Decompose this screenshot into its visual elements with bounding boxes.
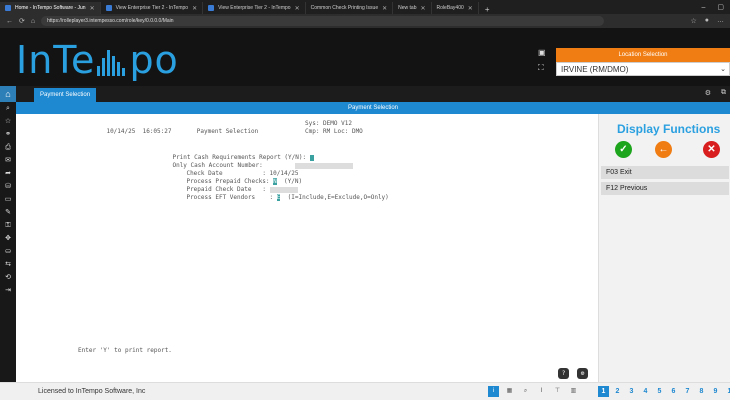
address-bar: ← ⟳ ⌂ https://rolleplayer3.intempesso.co…: [0, 14, 730, 28]
display-functions-title: Display Functions: [617, 122, 721, 136]
f03-exit-button[interactable]: F03 Exit: [601, 166, 729, 179]
eft-vendors-hint: (I=Include,E=Exclude,O=Only): [287, 194, 389, 201]
copy-icon[interactable]: ⧉: [721, 89, 726, 97]
favorites-icon[interactable]: ☆: [690, 17, 696, 25]
info-icon[interactable]: i: [488, 386, 499, 397]
page-selector: 1 2 3 4 5 6 7 8 9 1: [598, 386, 730, 397]
license-text: Licensed to InTempo Software, Inc: [38, 388, 146, 395]
screen-title-bar: Payment Selection: [16, 102, 730, 114]
transfer-icon[interactable]: ⇆: [5, 261, 11, 269]
system-info: Sys: DEMO V12: [305, 120, 352, 127]
star-icon[interactable]: ☆: [5, 118, 11, 126]
settings-button[interactable]: ⚙: [577, 368, 588, 379]
location-select[interactable]: IRVINE (RM/DMO) ⌄: [556, 62, 730, 76]
page-1[interactable]: 1: [598, 386, 609, 397]
tab-favicon-icon: [105, 5, 112, 11]
move-icon[interactable]: ✥: [5, 235, 11, 243]
intempo-logo: InTe po: [16, 38, 179, 82]
f12-previous-button[interactable]: F12 Previous: [601, 182, 729, 195]
back-icon[interactable]: ←: [6, 18, 13, 25]
url-input[interactable]: https://rolleplayer3.intempesso.com/role…: [41, 16, 605, 26]
zoom-icon[interactable]: ⌕: [520, 386, 531, 397]
page-5[interactable]: 5: [654, 386, 665, 397]
page-2[interactable]: 2: [612, 386, 623, 397]
screen-time: 16:05:27: [142, 128, 172, 135]
screen-name: Payment Selection: [196, 128, 259, 135]
search-icon[interactable]: ⌕: [6, 105, 10, 113]
left-sidebar: ⌕ ☆ ⚭ ⎙ ✉ ➦ ⛁ ▭ ✎ ⚿ ✥ ⛀ ⇆ ⟲ ⇥: [0, 102, 16, 400]
page-8[interactable]: 8: [696, 386, 707, 397]
tab-favicon-icon: [208, 5, 215, 11]
check-icon[interactable]: ✓: [615, 141, 632, 158]
page-6[interactable]: 6: [668, 386, 679, 397]
window-controls: – ▢: [701, 0, 730, 14]
browser-tab-strip: Home - InTempo Software - Jun ✕ View Ente…: [0, 0, 730, 14]
printer-icon[interactable]: ⎙: [5, 144, 11, 152]
home-button[interactable]: ⌂: [0, 86, 16, 102]
chevron-down-icon: ⌄: [720, 66, 726, 73]
profile-icon[interactable]: ●: [705, 17, 709, 25]
help-button[interactable]: ?: [558, 368, 569, 379]
browser-tab-1[interactable]: Home - InTempo Software - Jun ✕: [0, 2, 101, 14]
maximize-icon[interactable]: ▢: [717, 3, 724, 11]
close-tab-icon[interactable]: ✕: [90, 5, 95, 12]
close-tab-icon[interactable]: ✕: [421, 5, 426, 12]
page-4[interactable]: 4: [640, 386, 651, 397]
screen-date: 10/14/25: [106, 128, 136, 135]
logout-icon[interactable]: ⇥: [5, 287, 11, 295]
page-10[interactable]: 1: [724, 386, 730, 397]
browser-tab-4[interactable]: Common Check Printing Issue ✕: [306, 2, 394, 14]
page-3[interactable]: 3: [626, 386, 637, 397]
sync-icon[interactable]: ⟲: [5, 274, 11, 282]
close-tab-icon[interactable]: ✕: [192, 5, 197, 12]
page-9[interactable]: 9: [710, 386, 721, 397]
close-icon[interactable]: ✕: [703, 141, 720, 158]
browser-tab-3[interactable]: View Enterprise Tier 2 - InTempo ✕: [203, 2, 306, 14]
settings-icon[interactable]: ⚙: [705, 89, 711, 97]
equalizer-logo-icon: [95, 48, 129, 78]
terminal-screen: 10/14/25 16:05:27 Payment Selection Sys:…: [16, 114, 598, 382]
cylinder-icon[interactable]: ⛀: [5, 248, 11, 256]
send-icon[interactable]: ➦: [5, 170, 11, 178]
app-header: InTe po ▣ ⛶ Location Selection IRVINE (R…: [0, 28, 730, 86]
filter-icon[interactable]: ⊤: [552, 386, 563, 397]
tab-favicon-icon: [5, 5, 11, 11]
close-tab-icon[interactable]: ✕: [295, 5, 300, 12]
minimize-icon[interactable]: –: [701, 4, 705, 11]
link-icon[interactable]: ⚭: [5, 131, 11, 139]
mail-icon[interactable]: ✉: [5, 157, 11, 165]
status-message: Enter 'Y' to print report.: [78, 347, 172, 354]
more-icon[interactable]: …: [717, 17, 724, 25]
reload-icon[interactable]: ⟳: [19, 17, 25, 25]
company-info: Cmp: RM Loc: DMO: [305, 128, 363, 135]
display-functions-panel: Display Functions ✓ ← ✕ F03 Exit F12 Pre…: [598, 114, 730, 382]
app-tab-bar: ⌂ Payment Selection ⚙ ⧉: [0, 86, 730, 102]
close-tab-icon[interactable]: ✕: [468, 5, 473, 12]
status-bar: Licensed to InTempo Software, Inc i ▦ ⌕ …: [0, 382, 730, 400]
close-tab-icon[interactable]: ✕: [382, 5, 387, 12]
browser-tab-6[interactable]: RoleBay400 ✕: [432, 2, 479, 14]
browser-tab-2[interactable]: View Enterprise Tier 2 - InTempo ✕: [101, 2, 204, 14]
tab-payment-selection[interactable]: Payment Selection: [34, 88, 97, 102]
back-arrow-icon[interactable]: ←: [655, 141, 672, 158]
fullscreen-icon[interactable]: ⛶: [538, 63, 546, 73]
home-icon[interactable]: ⌂: [31, 18, 35, 25]
screen-icon[interactable]: ▭: [5, 196, 12, 204]
database-icon[interactable]: ⛁: [5, 183, 11, 191]
page-7[interactable]: 7: [682, 386, 693, 397]
edit-icon[interactable]: ✎: [5, 209, 11, 217]
new-tab-icon[interactable]: +: [479, 5, 496, 14]
browser-tab-5[interactable]: New tab ✕: [393, 2, 432, 14]
cursor-icon[interactable]: I: [536, 386, 547, 397]
lock-icon[interactable]: ⚿: [5, 222, 10, 230]
eft-vendors-input[interactable]: E: [276, 194, 281, 201]
location-selection-title: Location Selection: [556, 48, 730, 62]
grid-icon[interactable]: ▦: [504, 386, 515, 397]
cash-account-input[interactable]: [295, 162, 354, 169]
barcode-icon[interactable]: ▥: [568, 386, 579, 397]
eft-vendors-label: Process EFT Vendors: [186, 194, 256, 201]
window-icon[interactable]: ▣: [538, 48, 546, 57]
